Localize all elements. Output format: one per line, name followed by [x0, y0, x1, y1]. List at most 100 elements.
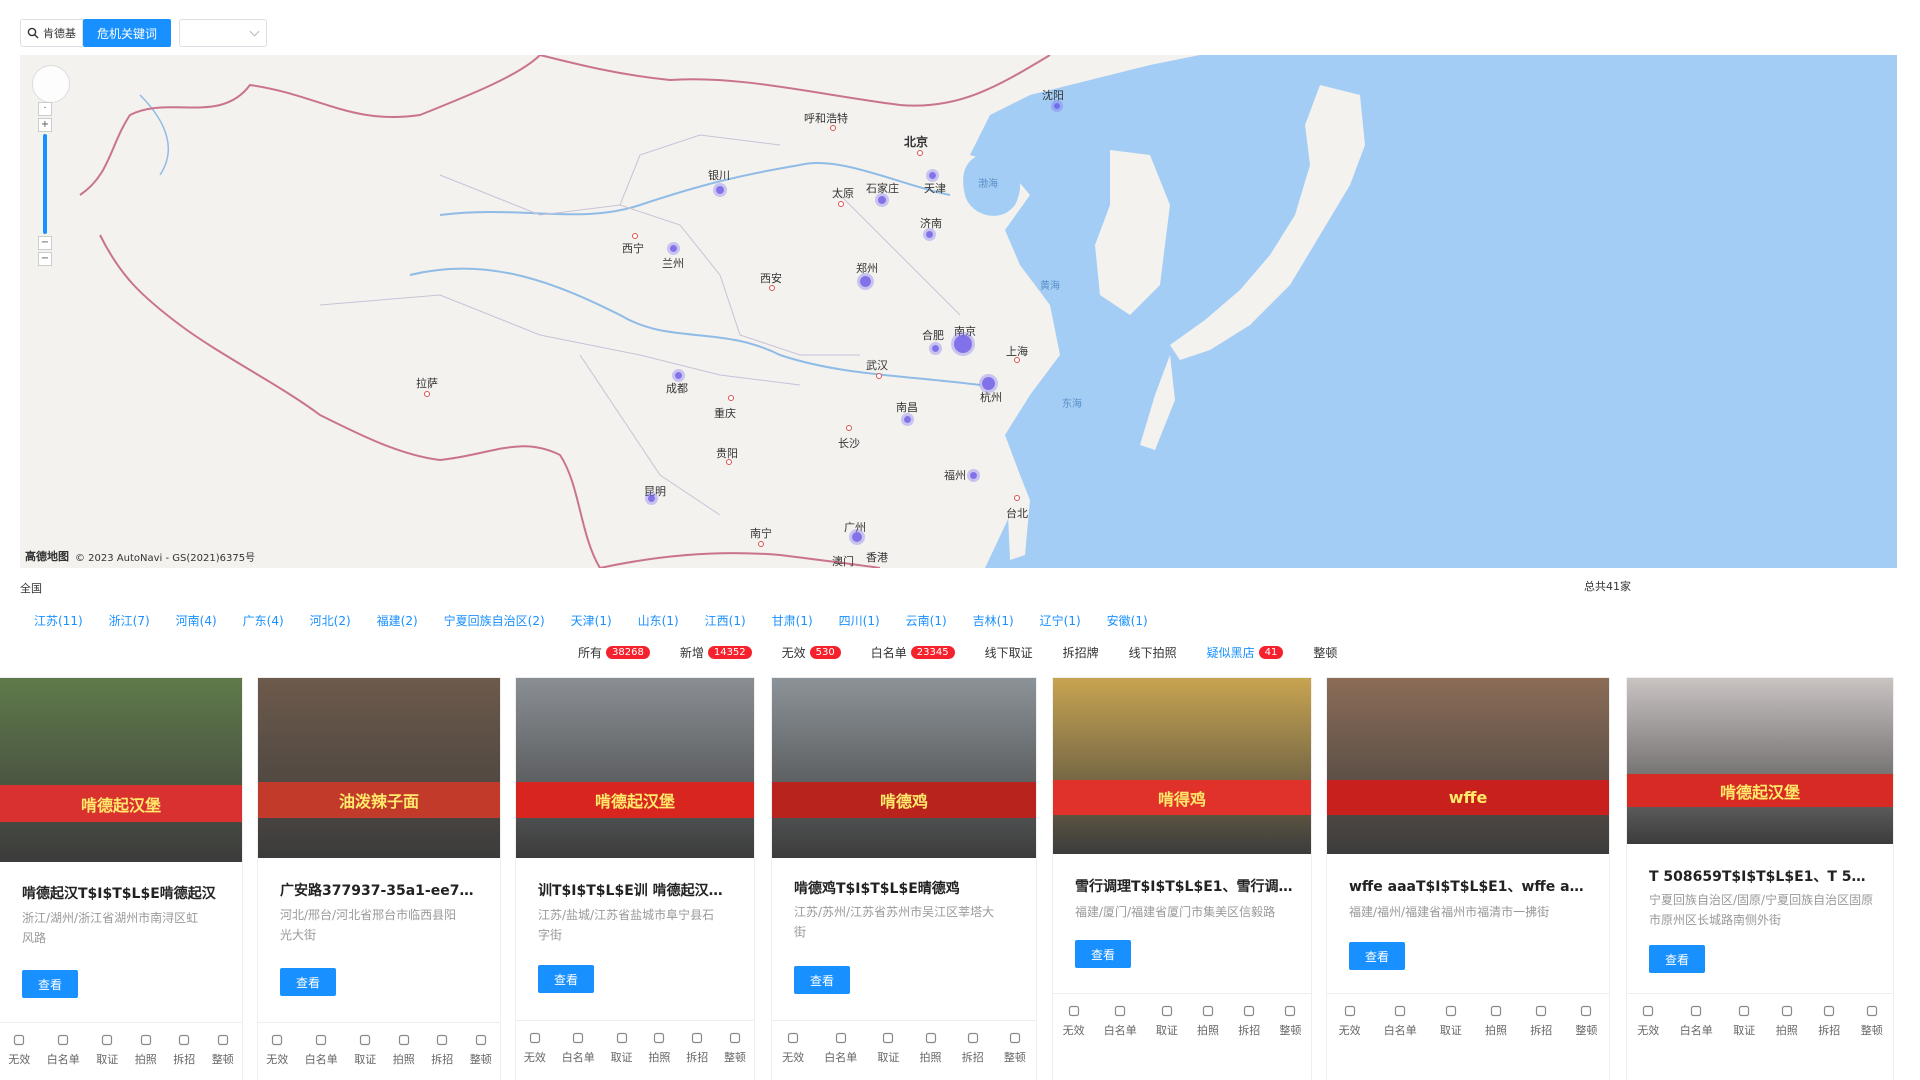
- store-marker[interactable]: [926, 231, 933, 238]
- province-link[interactable]: 天津(1): [571, 612, 612, 629]
- province-link[interactable]: 云南(1): [906, 612, 947, 629]
- card-action-camera[interactable]: 拍照: [920, 1031, 942, 1065]
- province-link[interactable]: 福建(2): [377, 612, 418, 629]
- card-action-trash[interactable]: 无效: [266, 1033, 288, 1067]
- tab-remove-sign[interactable]: 拆招牌: [1063, 644, 1099, 661]
- store-photo[interactable]: wffe: [1327, 678, 1609, 854]
- card-action-smile[interactable]: 整顿: [212, 1033, 234, 1067]
- card-action-smile[interactable]: 整顿: [1279, 1004, 1301, 1038]
- store-marker[interactable]: [860, 276, 871, 287]
- card-action-camera[interactable]: 拍照: [393, 1033, 415, 1067]
- zoom-out-button[interactable]: −: [38, 236, 52, 250]
- store-photo[interactable]: 啃德起汉堡: [1627, 678, 1893, 844]
- province-link[interactable]: 安徽(1): [1107, 612, 1148, 629]
- card-action-doc[interactable]: 白名单: [47, 1033, 80, 1067]
- card-action-shield[interactable]: 取证: [1440, 1004, 1462, 1038]
- tab-offline-evidence[interactable]: 线下取证: [985, 644, 1033, 661]
- card-action-shield[interactable]: 取证: [96, 1033, 118, 1067]
- view-button[interactable]: 查看: [22, 970, 78, 998]
- zoom-slider[interactable]: [43, 134, 47, 234]
- store-marker[interactable]: [929, 172, 936, 179]
- card-action-smile[interactable]: 整顿: [724, 1031, 746, 1065]
- store-marker[interactable]: [932, 345, 939, 352]
- card-action-shield[interactable]: 取证: [1733, 1004, 1755, 1038]
- tab-rectify[interactable]: 整顿: [1313, 644, 1337, 661]
- filter-select[interactable]: [179, 19, 268, 47]
- province-link[interactable]: 广东(4): [243, 612, 284, 629]
- store-marker[interactable]: [878, 196, 886, 204]
- store-photo[interactable]: 啃德鸡: [772, 678, 1036, 858]
- province-link[interactable]: 江西(1): [705, 612, 746, 629]
- card-action-trash[interactable]: 无效: [782, 1031, 804, 1065]
- card-action-doc[interactable]: 白名单: [1680, 1004, 1713, 1038]
- province-link[interactable]: 江苏(11): [34, 612, 83, 629]
- card-action-camera[interactable]: 拍照: [135, 1033, 157, 1067]
- card-action-target[interactable]: 拆招: [1530, 1004, 1552, 1038]
- card-action-smile[interactable]: 整顿: [1861, 1004, 1883, 1038]
- card-action-doc[interactable]: 白名单: [1384, 1004, 1417, 1038]
- card-action-shield[interactable]: 取证: [611, 1031, 633, 1065]
- card-action-camera[interactable]: 拍照: [1197, 1004, 1219, 1038]
- view-button[interactable]: 查看: [1649, 945, 1705, 973]
- province-link[interactable]: 宁夏回族自治区(2): [444, 612, 545, 629]
- zoom-min-button[interactable]: −: [38, 252, 52, 266]
- province-link[interactable]: 浙江(7): [109, 612, 150, 629]
- card-action-smile[interactable]: 整顿: [1004, 1031, 1026, 1065]
- tab-suspected-fake[interactable]: 疑似黑店 41: [1207, 644, 1284, 661]
- store-marker[interactable]: [982, 377, 995, 390]
- card-action-target[interactable]: 拆招: [962, 1031, 984, 1065]
- card-action-smile[interactable]: 整顿: [1575, 1004, 1597, 1038]
- store-marker[interactable]: [852, 532, 862, 542]
- crisis-keyword-button[interactable]: 危机关键词: [83, 19, 172, 47]
- store-marker[interactable]: [954, 335, 972, 353]
- region-current[interactable]: 全国: [20, 580, 42, 596]
- province-link[interactable]: 四川(1): [839, 612, 880, 629]
- store-marker[interactable]: [648, 495, 655, 502]
- card-action-camera[interactable]: 拍照: [648, 1031, 670, 1065]
- card-action-camera[interactable]: 拍照: [1485, 1004, 1507, 1038]
- card-action-trash[interactable]: 无效: [524, 1031, 546, 1065]
- card-action-target[interactable]: 拆招: [431, 1033, 453, 1067]
- store-photo[interactable]: 啃德起汉堡: [0, 678, 242, 862]
- card-action-camera[interactable]: 拍照: [1776, 1004, 1798, 1038]
- card-action-shield[interactable]: 取证: [354, 1033, 376, 1067]
- store-photo[interactable]: 啃得鸡: [1053, 678, 1311, 854]
- tab-new[interactable]: 新增 14352: [680, 644, 752, 661]
- card-action-shield[interactable]: 取证: [1156, 1004, 1178, 1038]
- view-button[interactable]: 查看: [280, 968, 336, 996]
- store-marker[interactable]: [670, 245, 677, 252]
- view-button[interactable]: 查看: [1349, 942, 1405, 970]
- tab-all[interactable]: 所有 38268: [578, 644, 650, 661]
- province-link[interactable]: 甘肃(1): [772, 612, 813, 629]
- card-action-target[interactable]: 拆招: [173, 1033, 195, 1067]
- tab-invalid[interactable]: 无效 530: [782, 644, 841, 661]
- tab-whitelist[interactable]: 白名单 23345: [871, 644, 955, 661]
- store-photo[interactable]: 啃德起汉堡: [516, 678, 754, 858]
- card-action-trash[interactable]: 无效: [1637, 1004, 1659, 1038]
- store-marker[interactable]: [716, 186, 724, 194]
- map-view[interactable]: · + − − 渤海 黄海 东海 沈阳 呼和浩特 北京 银川 太原 石家庄 天津…: [20, 55, 1897, 568]
- card-action-target[interactable]: 拆招: [1818, 1004, 1840, 1038]
- card-action-doc[interactable]: 白名单: [1104, 1004, 1137, 1038]
- card-action-doc[interactable]: 白名单: [562, 1031, 595, 1065]
- card-action-smile[interactable]: 整顿: [470, 1033, 492, 1067]
- store-photo[interactable]: 油泼辣子面: [258, 678, 500, 858]
- view-button[interactable]: 查看: [1075, 940, 1131, 968]
- view-button[interactable]: 查看: [538, 965, 594, 993]
- card-action-trash[interactable]: 无效: [1063, 1004, 1085, 1038]
- card-action-doc[interactable]: 白名单: [305, 1033, 338, 1067]
- store-marker[interactable]: [970, 472, 977, 479]
- store-marker[interactable]: [675, 372, 682, 379]
- card-action-target[interactable]: 拆招: [686, 1031, 708, 1065]
- zoom-reset-icon[interactable]: ·: [38, 102, 52, 116]
- card-action-target[interactable]: 拆招: [1238, 1004, 1260, 1038]
- search-input[interactable]: 肯德基: [20, 19, 83, 47]
- tab-offline-photo[interactable]: 线下拍照: [1129, 644, 1177, 661]
- province-link[interactable]: 辽宁(1): [1040, 612, 1081, 629]
- card-action-trash[interactable]: 无效: [8, 1033, 30, 1067]
- province-link[interactable]: 吉林(1): [973, 612, 1014, 629]
- store-marker[interactable]: [904, 416, 911, 423]
- compass-icon[interactable]: [32, 65, 70, 103]
- province-link[interactable]: 河北(2): [310, 612, 351, 629]
- card-action-trash[interactable]: 无效: [1339, 1004, 1361, 1038]
